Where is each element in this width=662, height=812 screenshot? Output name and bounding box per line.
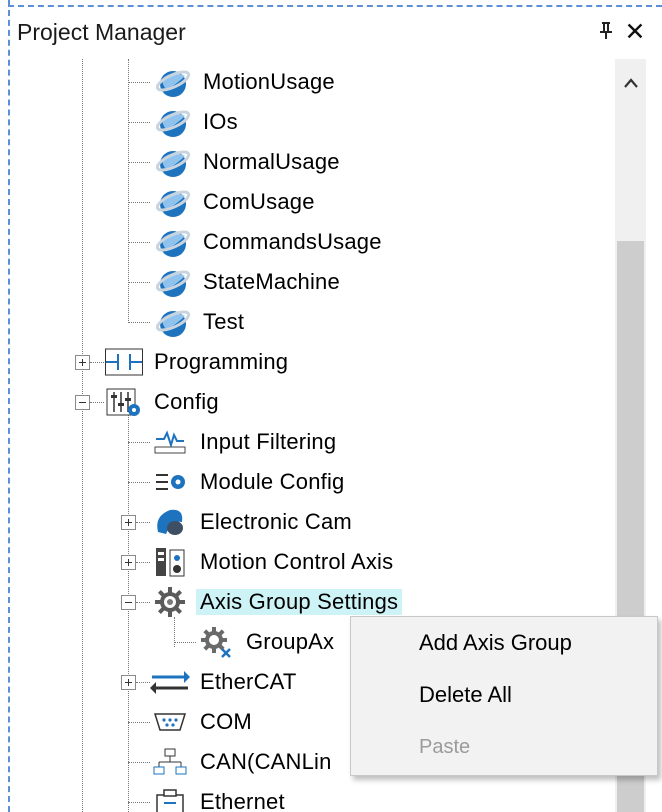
ladder-icon bbox=[104, 342, 144, 382]
pin-button[interactable] bbox=[595, 21, 617, 45]
cam-icon bbox=[150, 502, 190, 542]
tree-branch bbox=[128, 482, 150, 483]
tree-item-motionusage[interactable]: MotionUsage bbox=[153, 62, 339, 102]
tree-item-label: Config bbox=[154, 389, 219, 414]
module-config-icon bbox=[150, 462, 190, 502]
tree-branch bbox=[128, 242, 150, 243]
tree-item-electronic-cam[interactable]: Electronic Cam bbox=[150, 502, 356, 542]
expand-electronic-cam-toggle[interactable] bbox=[121, 515, 136, 530]
globe-icon bbox=[153, 142, 193, 182]
tree-item-statemachine[interactable]: StateMachine bbox=[153, 262, 344, 302]
tree-item-label: StateMachine bbox=[203, 269, 340, 294]
tree-item-label: Ethernet bbox=[200, 789, 285, 812]
collapse-axis-group-settings-toggle[interactable] bbox=[121, 595, 136, 610]
collapse-config-toggle[interactable] bbox=[75, 395, 90, 410]
tree-item-comusage[interactable]: ComUsage bbox=[153, 182, 319, 222]
ethernet-icon bbox=[150, 782, 190, 812]
globe-icon bbox=[153, 302, 193, 342]
tree-guide-root bbox=[82, 59, 83, 812]
tree-branch bbox=[90, 402, 104, 403]
expand-ethercat-toggle[interactable] bbox=[121, 675, 136, 690]
tree-item-normalusage[interactable]: NormalUsage bbox=[153, 142, 344, 182]
globe-icon bbox=[153, 262, 193, 302]
tree-item-label: COM bbox=[200, 709, 252, 734]
tree-branch bbox=[90, 362, 104, 363]
tree-branch bbox=[128, 202, 150, 203]
context-menu: Add Axis Group Delete All Paste bbox=[350, 616, 658, 776]
panel-titlebar: Project Manager ✕ bbox=[10, 7, 662, 59]
network-icon bbox=[150, 742, 190, 782]
tree-branch bbox=[128, 162, 150, 163]
globe-icon bbox=[153, 62, 193, 102]
tree-item-label: Electronic Cam bbox=[200, 509, 352, 534]
tree-item-module-config[interactable]: Module Config bbox=[150, 462, 348, 502]
tree-branch bbox=[128, 802, 150, 803]
tree-branch bbox=[128, 282, 150, 283]
tree-item-input-filtering[interactable]: Input Filtering bbox=[150, 422, 340, 462]
tree-item-label: Module Config bbox=[200, 469, 345, 494]
tree-branch bbox=[136, 562, 150, 563]
menu-item-paste[interactable]: Paste bbox=[351, 723, 657, 771]
pin-icon bbox=[600, 22, 612, 39]
menu-item-delete-all[interactable]: Delete All bbox=[351, 671, 657, 719]
serial-port-icon bbox=[150, 702, 190, 742]
globe-icon bbox=[153, 182, 193, 222]
axis-icon bbox=[150, 542, 190, 582]
expand-programming-toggle[interactable] bbox=[75, 355, 90, 370]
tree-item-label: ComUsage bbox=[203, 189, 315, 214]
arrows-icon bbox=[150, 662, 190, 702]
tree-item-group-axis[interactable]: GroupAx bbox=[196, 622, 338, 662]
chevron-up-icon bbox=[623, 78, 638, 88]
tree-branch bbox=[174, 642, 196, 643]
tree-item-ethernet[interactable]: Ethernet bbox=[150, 782, 289, 812]
tree-branch bbox=[128, 82, 150, 83]
panel-title: Project Manager bbox=[17, 19, 186, 45]
globe-icon bbox=[153, 102, 193, 142]
close-icon: ✕ bbox=[624, 18, 646, 46]
tree-item-com[interactable]: COM bbox=[150, 702, 256, 742]
tree-item-label: CAN(CANLin bbox=[200, 749, 332, 774]
tree-branch bbox=[136, 522, 150, 523]
globe-icon bbox=[153, 222, 193, 262]
tree-item-label: Test bbox=[203, 309, 245, 334]
gear-x-icon bbox=[196, 622, 236, 662]
tree-branch bbox=[128, 322, 150, 323]
gear-icon bbox=[150, 582, 190, 622]
expand-motion-control-axis-toggle[interactable] bbox=[121, 555, 136, 570]
tree-item-label: Motion Control Axis bbox=[200, 549, 394, 574]
tree-branch bbox=[128, 722, 150, 723]
tree-item-config[interactable]: Config bbox=[104, 382, 223, 422]
tree-item-label: Axis Group Settings bbox=[196, 589, 403, 615]
tree-item-label: IOs bbox=[203, 109, 238, 134]
tree-item-label: Programming bbox=[154, 349, 289, 374]
tree-item-label: Input Filtering bbox=[200, 429, 337, 454]
tree-branch bbox=[136, 682, 150, 683]
tree-item-ios[interactable]: IOs bbox=[153, 102, 242, 142]
tree-branch bbox=[128, 122, 150, 123]
tree-branch bbox=[128, 762, 150, 763]
tree-item-label: GroupAx bbox=[246, 629, 335, 654]
tree-item-programming[interactable]: Programming bbox=[104, 342, 292, 382]
tree-item-test[interactable]: Test bbox=[153, 302, 248, 342]
tree-guide-config bbox=[128, 415, 129, 812]
tree-item-commandsusage[interactable]: CommandsUsage bbox=[153, 222, 386, 262]
menu-item-add-axis-group[interactable]: Add Axis Group bbox=[351, 619, 657, 667]
tree-branch bbox=[128, 442, 150, 443]
tree-item-label: EtherCAT bbox=[200, 669, 297, 694]
tree-branch bbox=[136, 602, 150, 603]
tree-item-label: NormalUsage bbox=[203, 149, 340, 174]
tree-item-can[interactable]: CAN(CANLin bbox=[150, 742, 336, 782]
config-icon bbox=[104, 382, 144, 422]
tree-item-ethercat[interactable]: EtherCAT bbox=[150, 662, 301, 702]
tree-item-motion-control-axis[interactable]: Motion Control Axis bbox=[150, 542, 397, 582]
signal-filter-icon bbox=[150, 422, 190, 462]
close-button[interactable]: ✕ bbox=[622, 19, 648, 45]
project-manager-panel: Project Manager ✕ MotionUsage IOs Normal… bbox=[0, 0, 662, 812]
tree-item-label: CommandsUsage bbox=[203, 229, 382, 254]
tree-item-label: MotionUsage bbox=[203, 69, 335, 94]
scroll-up-button[interactable] bbox=[615, 67, 646, 97]
